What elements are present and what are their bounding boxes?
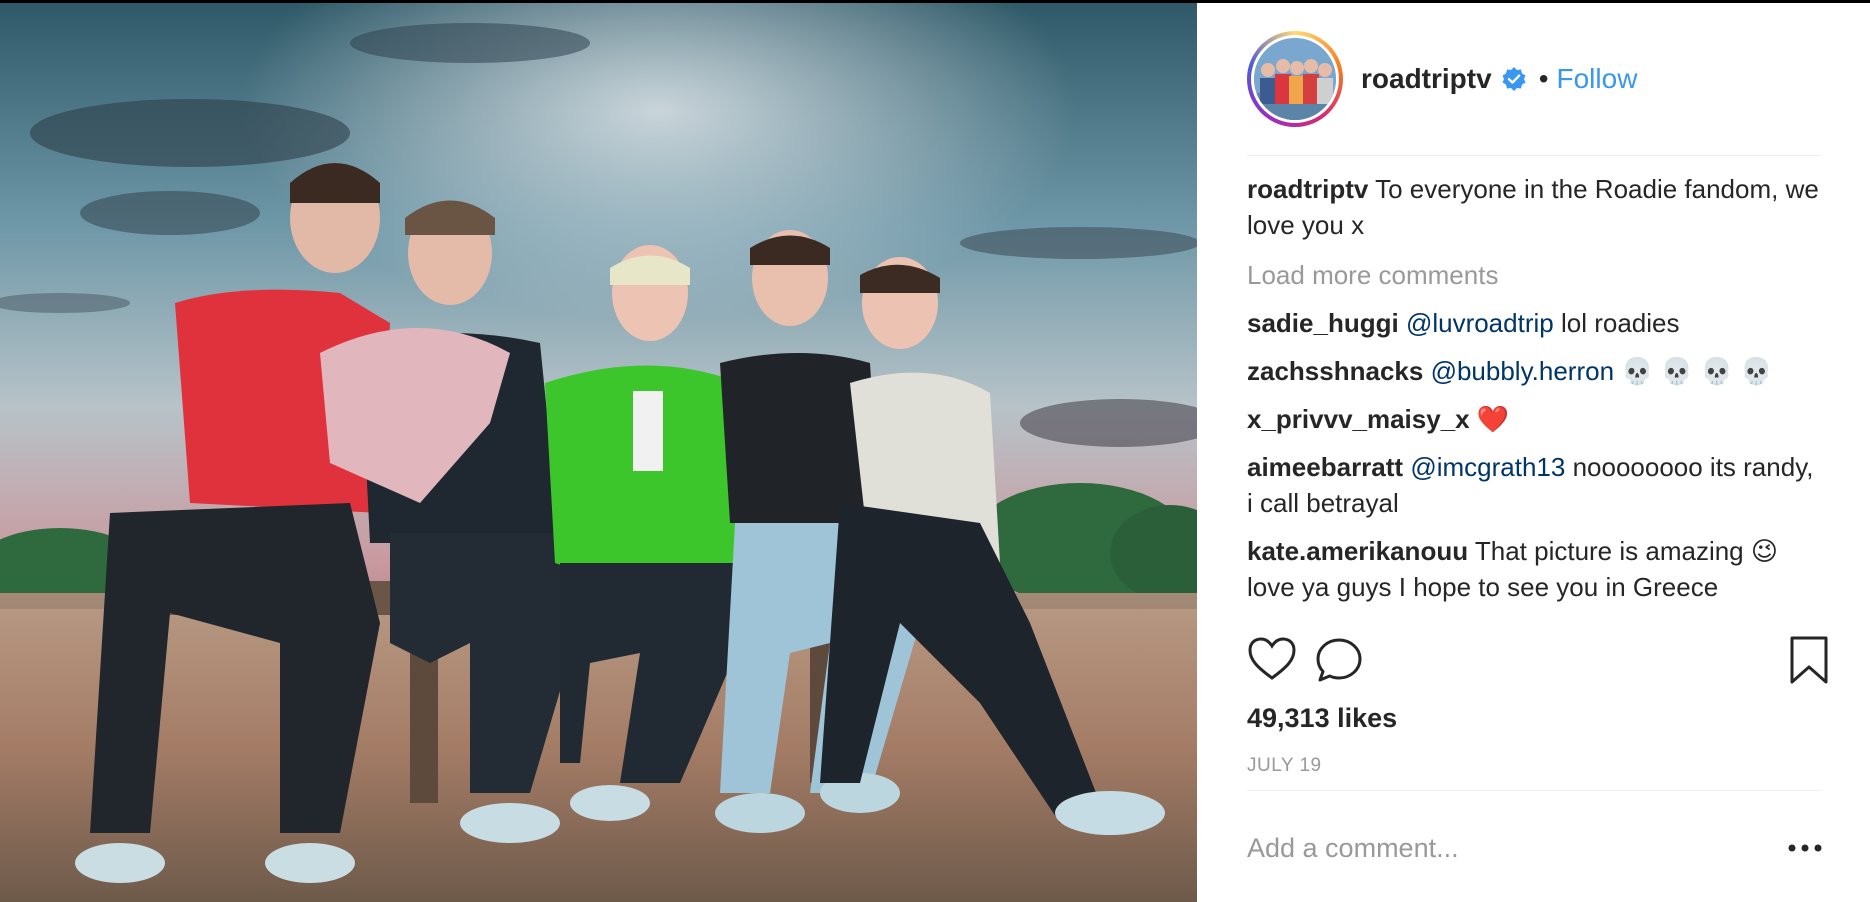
post-details-panel: roadtriptv • Follow roadtriptv To everyo… — [1197, 3, 1870, 902]
verified-badge-icon — [1501, 66, 1527, 92]
comment-text: ❤️ — [1476, 404, 1510, 434]
comment-mention[interactable]: @imcgrath13 — [1410, 452, 1565, 482]
comment-mention[interactable]: @bubbly.herron — [1431, 356, 1614, 386]
post-header: roadtriptv • Follow — [1247, 29, 1821, 129]
follow-button[interactable]: Follow — [1557, 63, 1638, 95]
comment-item: aimeebarratt @imcgrath13 noooooooo its r… — [1247, 449, 1821, 521]
comment-item: x_privvv_maisy_x ❤️ — [1247, 401, 1821, 437]
bookmark-icon[interactable] — [1784, 635, 1834, 685]
comment-text: 💀 💀 💀 💀 — [1621, 356, 1773, 386]
post-photo[interactable] — [0, 3, 1197, 902]
more-options-icon[interactable] — [1787, 838, 1823, 858]
separator-dot: • — [1538, 63, 1549, 94]
profile-avatar[interactable] — [1247, 31, 1343, 127]
comment-username[interactable]: x_privvv_maisy_x — [1247, 404, 1470, 434]
comment-text: lol roadies — [1560, 308, 1680, 338]
comment-username[interactable]: kate.amerikanouu — [1247, 536, 1468, 566]
comment-username[interactable]: zachsshnacks — [1247, 356, 1423, 386]
comment-item: sadie_huggi @luvroadtrip lol roadies — [1247, 305, 1821, 341]
post-date: JULY 19 — [1247, 755, 1322, 776]
heart-icon[interactable] — [1247, 635, 1297, 685]
comments-list[interactable]: roadtriptv To everyone in the Roadie fan… — [1247, 171, 1821, 613]
comment-mention[interactable]: @luvroadtrip — [1406, 308, 1554, 338]
post-caption: roadtriptv To everyone in the Roadie fan… — [1247, 171, 1821, 243]
add-comment-input[interactable] — [1247, 823, 1727, 873]
load-more-comments-button[interactable]: Load more comments — [1247, 257, 1821, 293]
post-actions-bar — [1247, 635, 1828, 685]
comment-username[interactable]: sadie_huggi — [1247, 308, 1399, 338]
avatar-image — [1254, 38, 1336, 120]
comment-icon[interactable] — [1314, 635, 1364, 685]
header-divider — [1247, 155, 1821, 156]
comment-item: kate.amerikanouu That picture is amazing… — [1247, 533, 1821, 605]
likes-count[interactable]: 49,313 likes — [1247, 703, 1397, 734]
comment-box-divider — [1247, 790, 1821, 791]
comment-username[interactable]: aimeebarratt — [1247, 452, 1403, 482]
caption-username[interactable]: roadtriptv — [1247, 174, 1368, 204]
username-link[interactable]: roadtriptv — [1361, 63, 1492, 95]
comment-item: zachsshnacks @bubbly.herron 💀 💀 💀 💀 — [1247, 353, 1821, 389]
